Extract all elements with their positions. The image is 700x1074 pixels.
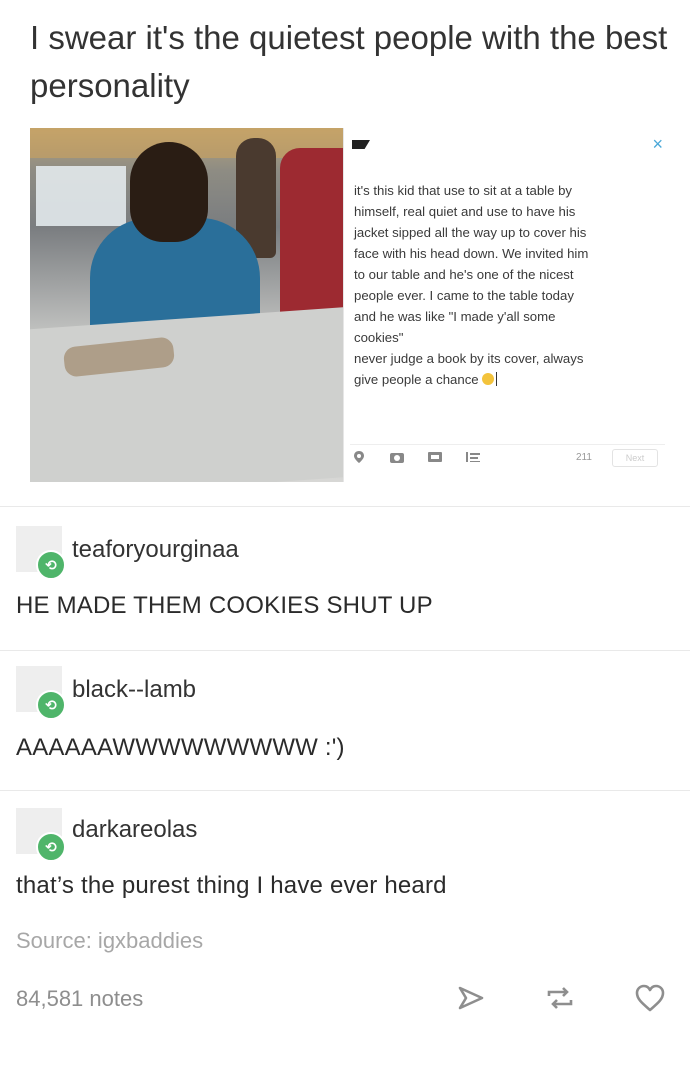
reblog-badge-icon: ⟲: [36, 832, 66, 862]
composer-toolbar: 211 Next: [350, 444, 665, 467]
camera-icon[interactable]: [390, 451, 404, 466]
notes-count[interactable]: 84,581 notes: [16, 986, 143, 1012]
heart-icon[interactable]: [632, 980, 668, 1016]
next-button[interactable]: Next: [612, 449, 658, 467]
text-cursor: [496, 372, 498, 386]
composer-line: give people a chance: [354, 372, 479, 387]
location-icon[interactable]: [354, 451, 364, 466]
reblog-badge-icon: ⟲: [36, 550, 66, 580]
gif-icon[interactable]: [428, 451, 442, 466]
composer-line: never judge a book by its cover, always: [354, 351, 584, 366]
reblog-badge-icon: ⟲: [36, 690, 66, 720]
embedded-screenshot: × it's this kid that use to sit at a tab…: [30, 128, 667, 484]
smile-emoji-icon: [482, 373, 495, 385]
reblog-comment: AAAAAAWWWWWWWWW :'): [16, 734, 345, 761]
composer-panel: × it's this kid that use to sit at a tab…: [343, 128, 667, 482]
composer-line: cookies": [354, 330, 404, 345]
composer-line: himself, real quiet and use to have his: [354, 204, 576, 219]
composer-line: and he was like "I made y'all some: [354, 309, 556, 324]
character-count: 211: [576, 452, 592, 463]
composer-line-last: give people a chance: [354, 369, 659, 390]
post-title: I swear it's the quietest people with th…: [30, 19, 668, 104]
composer-line: to our table and he's one of the nicest: [354, 267, 574, 282]
share-icon[interactable]: [452, 980, 488, 1016]
composer-text: it's this kid that use to sit at a table…: [354, 180, 659, 390]
reblog-comment: HE MADE THEM COOKIES SHUT UP: [16, 592, 433, 619]
cafeteria-photo: [30, 128, 343, 482]
reblog-username[interactable]: darkareolas: [72, 816, 197, 844]
reblog-icon[interactable]: [542, 980, 578, 1016]
reblog-username[interactable]: teaforyourginaa: [72, 536, 239, 564]
close-icon[interactable]: ×: [652, 134, 663, 155]
post-source-link[interactable]: Source: igxbaddies: [16, 928, 203, 954]
composer-line: it's this kid that use to sit at a table…: [354, 183, 573, 198]
reblog-username[interactable]: black--lamb: [72, 676, 196, 704]
composer-line: people ever. I came to the table today: [354, 288, 574, 303]
composer-line: jacket sipped all the way up to cover hi…: [354, 225, 587, 240]
composer-line: face with his head down. We invited him: [354, 246, 589, 261]
list-icon[interactable]: [466, 451, 480, 466]
reblog-comment: that’s the purest thing I have ever hear…: [16, 872, 447, 899]
author-avatar: [352, 140, 370, 149]
